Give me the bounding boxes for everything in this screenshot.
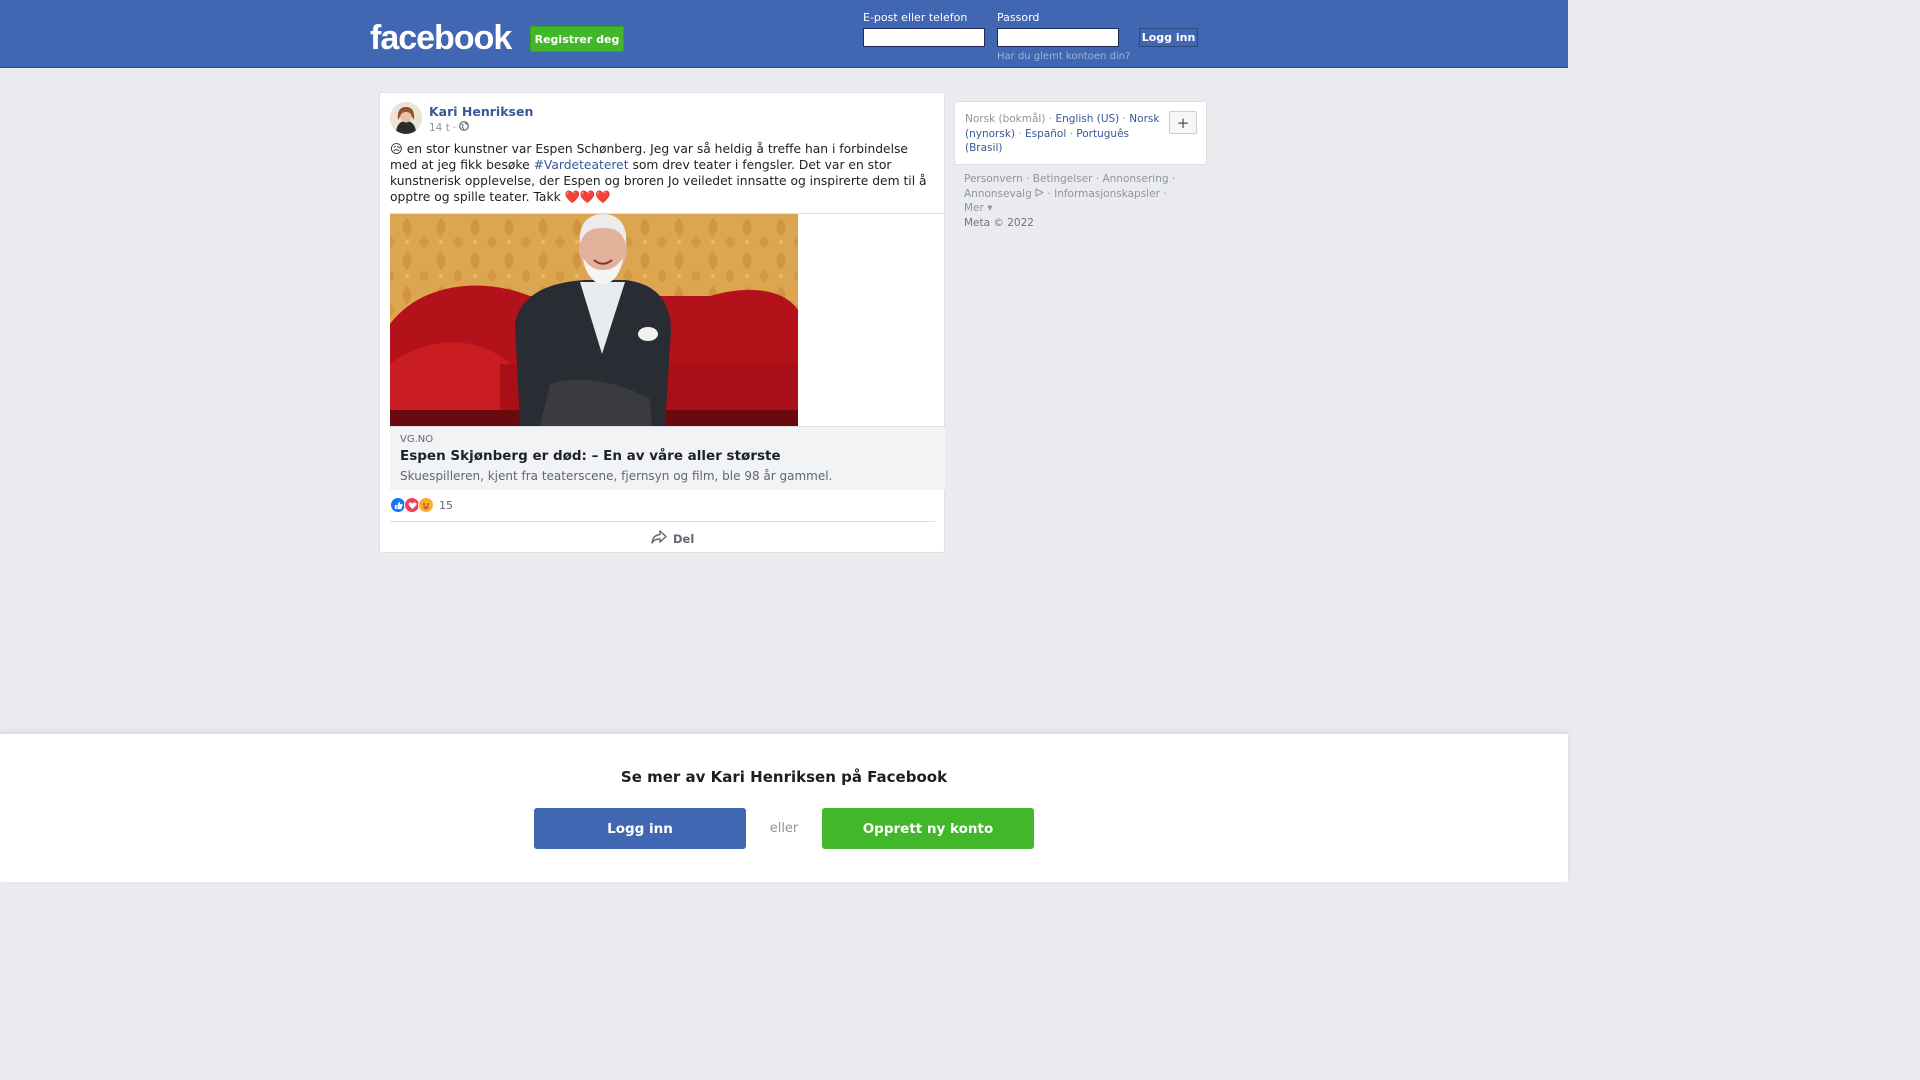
- author-name[interactable]: Kari Henriksen: [429, 104, 533, 119]
- avatar[interactable]: [390, 102, 422, 134]
- header-login-button[interactable]: Logg inn: [1139, 28, 1198, 47]
- current-language: Norsk (bokmål): [965, 113, 1046, 125]
- language-link-espanol[interactable]: Español: [1025, 128, 1066, 140]
- link-description: Skuespilleren, kjent fra teaterscene, fj…: [400, 469, 833, 483]
- dot-separator: ·: [1122, 113, 1126, 125]
- reactions-summary[interactable]: 15: [390, 497, 453, 513]
- post-timestamp[interactable]: 14 t: [429, 122, 450, 134]
- meta-separator: ·: [452, 121, 457, 134]
- footer-link-more[interactable]: Mer: [964, 202, 984, 214]
- post-meta: 14 t ·: [429, 121, 470, 134]
- dot-separator: ·: [1026, 173, 1030, 185]
- overlay-title: Se mer av Kari Henriksen på Facebook: [620, 768, 948, 786]
- post-text: 😥 en stor kunstner var Espen Schønberg. …: [390, 141, 930, 205]
- dot-separator: ·: [1171, 173, 1176, 185]
- reactions-count[interactable]: 15: [439, 499, 453, 512]
- footer-link-privacy[interactable]: Personvern: [964, 173, 1023, 185]
- link-title[interactable]: Espen Skjønberg er død: – En av våre all…: [400, 448, 781, 464]
- email-label: E-post eller telefon: [863, 11, 968, 24]
- footer-link-terms[interactable]: Betingelser: [1033, 173, 1093, 185]
- link-preview-image[interactable]: [390, 214, 798, 426]
- password-label: Passord: [997, 11, 1040, 24]
- footer-links: Personvern · Betingelser · Annonsering ·…: [964, 172, 1204, 230]
- globe-icon: [459, 121, 470, 134]
- footer-link-advertising[interactable]: Annonsering: [1102, 173, 1168, 185]
- top-navigation-bar: facebook Registrer deg E-post eller tele…: [0, 0, 1568, 68]
- more-languages-button[interactable]: +: [1169, 111, 1197, 134]
- facebook-logo[interactable]: facebook: [370, 16, 512, 60]
- dot-separator: ·: [1163, 187, 1167, 200]
- ad-choices-icon: [1035, 187, 1045, 200]
- create-account-button[interactable]: Opprett ny konto: [822, 808, 1034, 849]
- email-field[interactable]: [863, 28, 985, 47]
- language-link-english[interactable]: English (US): [1055, 113, 1119, 125]
- share-label: Del: [673, 531, 695, 546]
- more-dropdown-icon: ▾: [987, 202, 993, 214]
- dot-separator: ·: [1048, 113, 1053, 125]
- overlay-login-button[interactable]: Logg inn: [534, 808, 746, 849]
- link-preview-meta[interactable]: VG.NO Espen Skjønberg er død: – En av vå…: [390, 426, 945, 490]
- footer-link-ad-choices[interactable]: Annonsevalg: [964, 188, 1032, 200]
- link-preview[interactable]: VG.NO Espen Skjønberg er død: – En av vå…: [390, 213, 945, 490]
- register-button[interactable]: Registrer deg: [530, 26, 624, 52]
- password-field[interactable]: [997, 28, 1119, 47]
- language-list: Norsk (bokmål) · English (US) · Norsk (n…: [965, 112, 1160, 156]
- care-icon: [418, 497, 434, 513]
- share-arrow-icon: [651, 530, 667, 547]
- dot-separator: ·: [1069, 127, 1073, 140]
- share-button[interactable]: Del: [651, 530, 694, 547]
- post-card: Kari Henriksen 14 t · 😥 en stor kunstner…: [379, 92, 945, 553]
- link-domain: VG.NO: [400, 434, 434, 445]
- login-prompt-overlay: Se mer av Kari Henriksen på Facebook Log…: [0, 734, 1568, 882]
- overlay-or-label: eller: [769, 821, 799, 836]
- sad-emoji: 😥: [390, 142, 403, 156]
- dot-separator: ·: [1018, 127, 1022, 140]
- forgot-account-link[interactable]: Har du glemt kontoen din?: [997, 51, 1130, 62]
- hashtag-link[interactable]: #Vardeteateret: [534, 158, 629, 172]
- copyright: Meta © 2022: [964, 216, 1034, 229]
- footer-link-cookies[interactable]: Informasjonskapsler: [1054, 188, 1160, 200]
- language-selector: Norsk (bokmål) · English (US) · Norsk (n…: [954, 101, 1207, 165]
- dot-separator: ·: [1095, 173, 1100, 185]
- post-divider: [390, 521, 935, 522]
- dot-separator: ·: [1047, 187, 1051, 200]
